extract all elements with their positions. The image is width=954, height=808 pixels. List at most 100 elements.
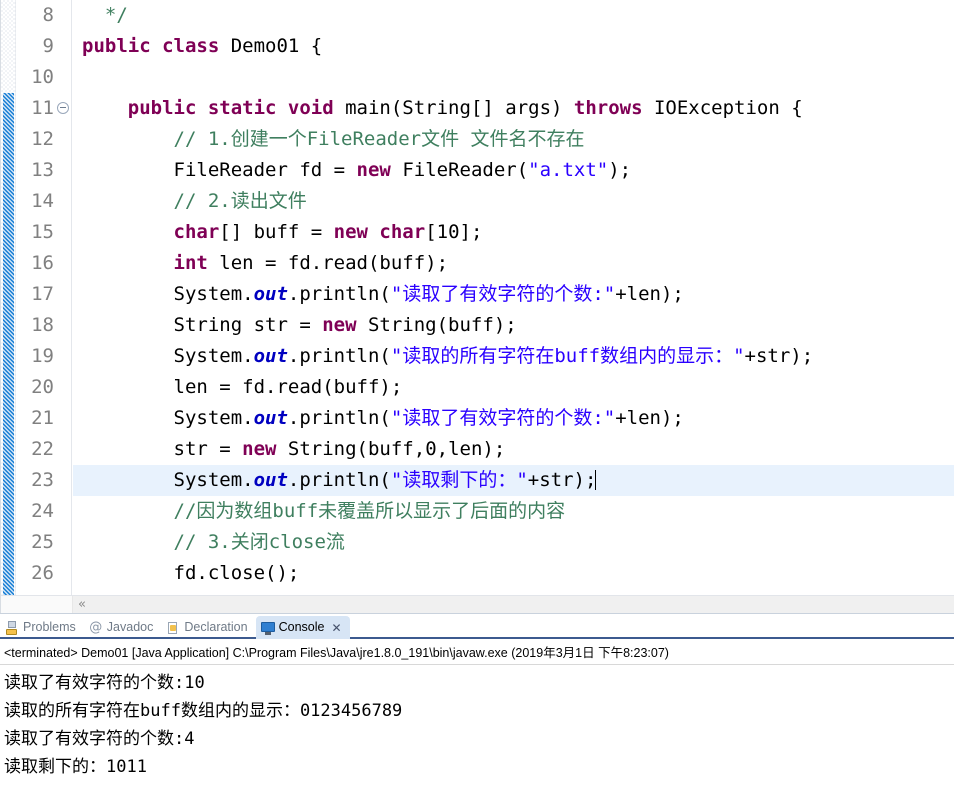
declaration-icon: [166, 621, 180, 635]
code-token-kw: throws: [573, 97, 654, 119]
line-number: 25: [31, 531, 54, 553]
code-lines-container[interactable]: */ public class Demo01 { public static vo…: [73, 0, 954, 613]
close-icon[interactable]: ✕: [331, 621, 341, 635]
line-number: 22: [31, 438, 54, 460]
code-token-plain: FileReader fd =: [82, 159, 357, 181]
code-line[interactable]: // 1.创建一个FileReader文件 文件名不存在: [73, 124, 954, 155]
code-text-area[interactable]: */ public class Demo01 { public static vo…: [73, 0, 954, 613]
line-number: 19: [31, 345, 54, 367]
view-tab-bar[interactable]: Problems @ Javadoc Declaration Console ✕: [0, 614, 954, 639]
code-line[interactable]: FileReader fd = new FileReader("a.txt");: [73, 155, 954, 186]
code-token-plain: .println(: [287, 407, 391, 429]
folding-slot: [56, 62, 71, 93]
scroll-left-arrow-icon[interactable]: «: [73, 596, 91, 613]
code-token-fld: out: [253, 283, 288, 305]
scrollbar-track[interactable]: [91, 596, 954, 613]
scrollbar-gutter-spacer: [1, 596, 73, 613]
code-token-plain: String(buff,0,len);: [287, 438, 506, 460]
code-token-plain: System.: [82, 283, 254, 305]
tab-problems[interactable]: Problems: [0, 616, 84, 639]
console-output-line: 读取了有效字符的个数:4: [4, 729, 195, 749]
code-line[interactable]: fd.close();: [73, 558, 954, 589]
code-token-plain: .println(: [287, 469, 391, 491]
folding-slot: [56, 124, 71, 155]
code-line[interactable]: String str = new String(buff);: [73, 310, 954, 341]
code-line[interactable]: // 2.读出文件: [73, 186, 954, 217]
editor-horizontal-scrollbar[interactable]: «: [1, 595, 954, 613]
line-number: 13: [31, 159, 54, 181]
code-line[interactable]: System.out.println("读取了有效字符的个数:"+len);: [73, 403, 954, 434]
eclipse-ide-window: 8910111213141516171819202122232425262728…: [0, 0, 954, 808]
code-token-cmt: */: [104, 4, 128, 26]
code-token-cmt: // 1.创建一个FileReader文件 文件名不存在: [82, 128, 585, 150]
line-number: 21: [31, 407, 54, 429]
console-output-line: 读取的所有字符在buff数组内的显示：0123456789: [4, 701, 403, 721]
folding-slot: [56, 403, 71, 434]
code-line[interactable]: //因为数组buff未覆盖所以显示了后面的内容: [73, 496, 954, 527]
folding-slot: [56, 217, 71, 248]
folding-slot: [56, 279, 71, 310]
code-token-plain: len = fd.read(buff);: [219, 252, 449, 274]
tab-declaration[interactable]: Declaration: [161, 616, 255, 639]
code-token-plain: main(String[] args): [345, 97, 574, 119]
code-token-plain: Demo01 {: [230, 35, 323, 57]
folding-slot: [56, 310, 71, 341]
folding-slot: [56, 372, 71, 403]
code-line[interactable]: */: [73, 0, 954, 31]
code-token-cmt: //因为数组buff未覆盖所以显示了后面的内容: [82, 500, 566, 522]
code-token-kw: int: [173, 252, 220, 274]
line-number: 14: [31, 190, 54, 212]
tab-label: Problems: [23, 620, 76, 635]
tab-label: Console: [278, 620, 325, 635]
code-line[interactable]: public static void main(String[] args) t…: [73, 93, 954, 124]
code-token-fld: out: [253, 407, 288, 429]
problems-icon: [5, 620, 19, 635]
code-line[interactable]: System.out.println("读取了有效字符的个数:"+len);: [73, 279, 954, 310]
code-token-plain: System.: [82, 469, 254, 491]
code-line[interactable]: char[] buff = new char[10];: [73, 217, 954, 248]
folding-slot: [56, 434, 71, 465]
console-output-line: 读取了有效字符的个数:10: [4, 673, 205, 693]
code-token-plain: System.: [82, 407, 254, 429]
code-line[interactable]: [73, 62, 954, 93]
code-token-plain: [10];: [425, 221, 483, 243]
folding-slot: [56, 248, 71, 279]
code-token-plain: String(buff);: [367, 314, 517, 336]
code-token-plain: str =: [82, 438, 243, 460]
tab-javadoc[interactable]: @ Javadoc: [84, 616, 162, 639]
console-output[interactable]: 读取了有效字符的个数:10 读取的所有字符在buff数组内的显示：01234567…: [0, 665, 954, 808]
code-token-kw: new char: [333, 221, 426, 243]
console-output-line: 读取剩下的：1011: [4, 757, 147, 777]
line-number: 15: [31, 221, 54, 243]
tab-console[interactable]: Console ✕: [255, 616, 350, 639]
folding-slot[interactable]: [56, 93, 71, 124]
folding-slot: [56, 341, 71, 372]
tab-label: Javadoc: [106, 620, 154, 635]
code-token-plain: System.: [82, 345, 254, 367]
code-token-str: "a.txt": [528, 159, 609, 181]
folding-ruler[interactable]: [56, 0, 72, 613]
code-token-fld: out: [253, 345, 288, 367]
code-line[interactable]: int len = fd.read(buff);: [73, 248, 954, 279]
line-number: 16: [31, 252, 54, 274]
folding-slot: [56, 465, 71, 496]
java-source-editor[interactable]: 8910111213141516171819202122232425262728…: [0, 0, 954, 613]
code-line[interactable]: str = new String(buff,0,len);: [73, 434, 954, 465]
code-token-plain: String str =: [82, 314, 323, 336]
line-number: 9: [42, 35, 54, 57]
code-line[interactable]: public class Demo01 {: [73, 31, 954, 62]
code-line[interactable]: System.out.println("读取的所有字符在buff数组内的显示："…: [73, 341, 954, 372]
line-number: 24: [31, 500, 54, 522]
code-line[interactable]: len = fd.read(buff);: [73, 372, 954, 403]
javadoc-icon: @: [89, 619, 103, 635]
folding-slot: [56, 186, 71, 217]
code-line[interactable]: System.out.println("读取剩下的："+str);: [73, 465, 954, 496]
process-terminated-line: <terminated> Demo01 [Java Application] C…: [0, 639, 954, 665]
code-line[interactable]: // 3.关闭close流: [73, 527, 954, 558]
annotation-ruler[interactable]: [1, 0, 16, 613]
collapse-fold-icon[interactable]: [57, 102, 69, 114]
line-number: 18: [31, 314, 54, 336]
